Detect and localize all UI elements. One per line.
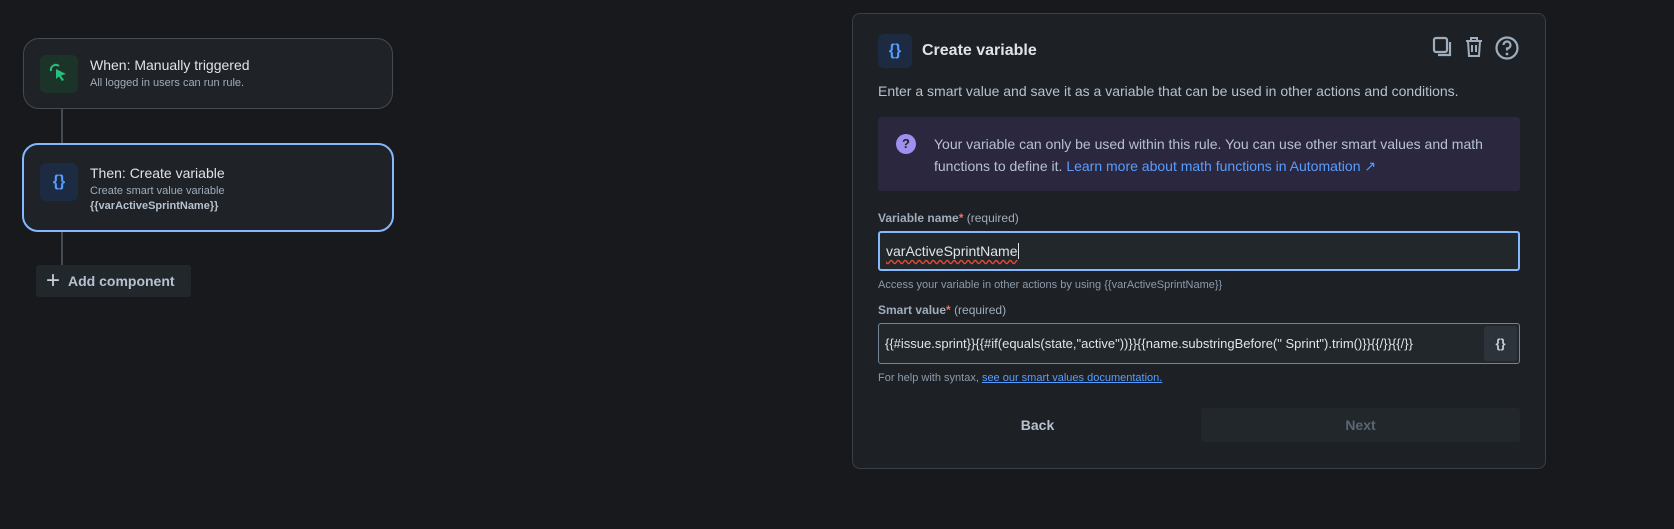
- trash-icon[interactable]: [1462, 35, 1486, 67]
- math-functions-link[interactable]: Learn more about math functions in Autom…: [1066, 158, 1376, 174]
- config-panel: {} Create variable Enter a smart value a…: [852, 13, 1546, 469]
- smart-value-picker-button[interactable]: {}: [1484, 326, 1517, 361]
- syntax-help: For help with syntax, see our smart valu…: [878, 372, 1163, 384]
- add-component-button[interactable]: + Add component: [36, 265, 191, 297]
- cursor-click-icon: [40, 55, 78, 93]
- back-button[interactable]: Back: [878, 408, 1197, 442]
- smart-value-label: Smart value* (required): [878, 303, 1007, 317]
- action-title: Then: Create variable: [90, 165, 225, 181]
- braces-icon: {}: [878, 34, 912, 68]
- trigger-subtitle: All logged in users can run rule.: [90, 77, 245, 89]
- info-banner: ? Your variable can only be used within …: [878, 117, 1520, 191]
- smart-value-input[interactable]: {{#issue.sprint}}{{#if(equals(state,"act…: [878, 323, 1520, 364]
- plus-icon: +: [46, 267, 61, 294]
- variable-name-label: Variable name* (required): [878, 211, 1019, 225]
- trigger-node[interactable]: When: Manually triggered All logged in u…: [23, 38, 393, 109]
- variable-help: Access your variable in other actions by…: [878, 279, 1223, 291]
- connector-line: [61, 232, 63, 265]
- panel-title: Create variable: [922, 42, 1037, 59]
- action-subtitle: Create smart value variable: [90, 185, 225, 197]
- copy-icon[interactable]: [1430, 35, 1454, 67]
- next-button[interactable]: Next: [1201, 408, 1520, 442]
- action-node[interactable]: {} Then: Create variable Create smart va…: [22, 143, 394, 232]
- add-component-label: Add component: [68, 273, 175, 289]
- smart-values-docs-link[interactable]: see our smart values documentation.: [982, 372, 1162, 384]
- question-icon: ?: [896, 134, 916, 154]
- panel-description: Enter a smart value and save it as a var…: [878, 83, 1459, 99]
- variable-name-input[interactable]: varActiveSprintName: [878, 231, 1520, 271]
- braces-icon: {}: [40, 163, 78, 201]
- connector-line: [61, 109, 63, 143]
- action-detail: {{varActiveSprintName}}: [90, 200, 219, 212]
- help-icon[interactable]: [1494, 35, 1520, 67]
- trigger-title: When: Manually triggered: [90, 57, 250, 73]
